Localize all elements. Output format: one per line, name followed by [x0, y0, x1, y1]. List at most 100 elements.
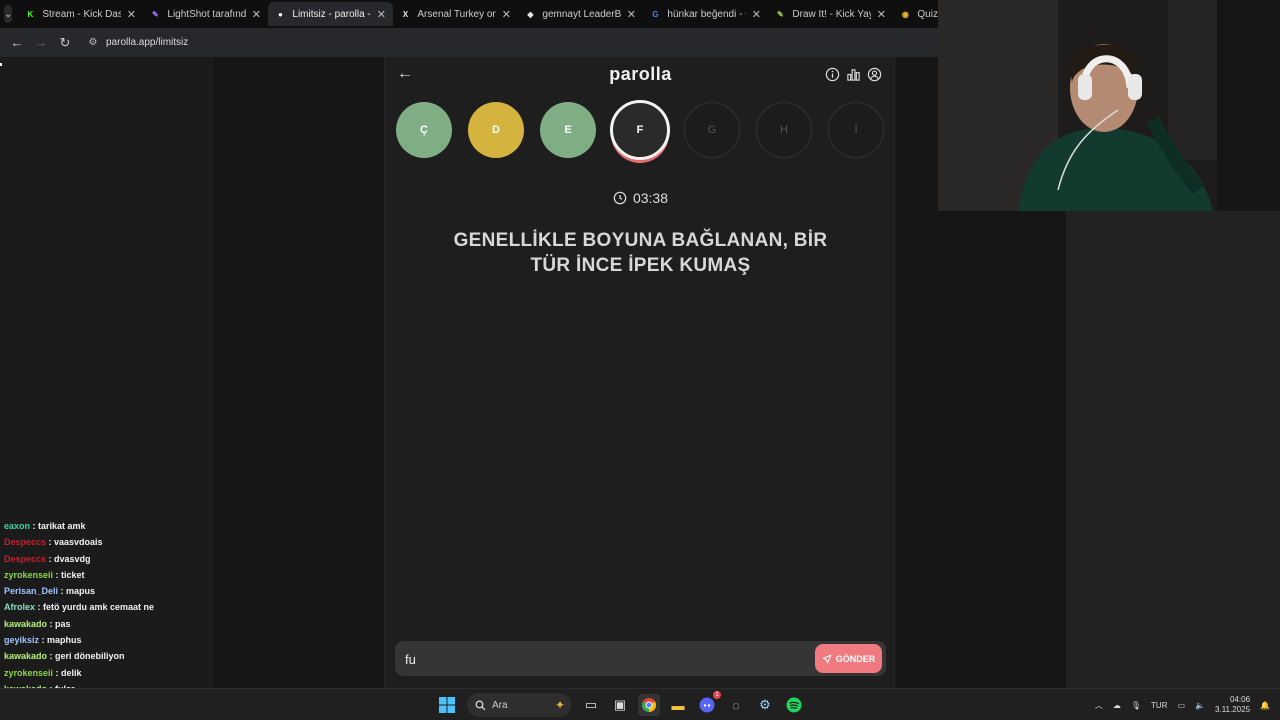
reload-icon[interactable]: ↻	[54, 32, 76, 54]
url-field[interactable]: ⚙ parolla.app/limitsiz	[86, 36, 189, 50]
letter-circle-pending: G	[684, 102, 740, 158]
chat-username[interactable]: Afrolex	[4, 602, 35, 612]
tab-favicon-icon: ✎	[777, 9, 784, 19]
volume-icon[interactable]: 🔈	[1195, 701, 1205, 710]
app-logo: parolla	[609, 64, 672, 84]
store-icon[interactable]: ▣	[609, 694, 631, 716]
chat-text: maphus	[47, 635, 82, 646]
cursor-mark	[0, 63, 2, 66]
tab-favicon-icon: X	[402, 9, 409, 19]
chat-text: mapus	[66, 586, 96, 597]
discord-icon[interactable]: 1	[696, 691, 721, 716]
tab-close-icon[interactable]: ✕	[875, 8, 887, 21]
site-settings-icon[interactable]: ⚙	[86, 36, 100, 50]
cloud-icon[interactable]: ☁	[1113, 701, 1121, 710]
answer-input[interactable]	[405, 649, 785, 669]
discord-badge: 1	[713, 691, 721, 699]
answer-bar: GÖNDER	[395, 641, 886, 676]
chat-username[interactable]: kawakado	[4, 619, 47, 629]
webcam-image	[938, 0, 1217, 211]
chat-text: ticket	[61, 569, 85, 580]
app-icon[interactable]: ◌	[725, 694, 747, 716]
browser-tab[interactable]: ✎ LightShot tarafından✕	[143, 2, 268, 26]
spotify-icon[interactable]	[783, 694, 805, 716]
chat-message: kawakado : pas	[4, 618, 71, 629]
chat-username[interactable]: zyrokenseii	[4, 668, 53, 678]
chat-text: pas	[55, 618, 71, 629]
tab-close-icon[interactable]: ✕	[750, 8, 762, 21]
browser-tab[interactable]: ✎ Draw It! - Kick Yayınla✕	[768, 2, 893, 26]
send-label: GÖNDER	[835, 653, 876, 664]
chat-username[interactable]: eaxon	[4, 521, 30, 531]
send-button[interactable]: GÖNDER	[815, 644, 882, 673]
chat-text: dvasvdg	[54, 553, 91, 564]
forward-arrow-icon[interactable]: →	[30, 32, 52, 54]
steam-icon[interactable]: ⚙	[754, 694, 776, 716]
stats-icon[interactable]	[846, 67, 861, 82]
app-header: ← parolla	[385, 57, 896, 93]
taskbar-search[interactable]: Ara ✦	[467, 693, 571, 717]
browser-tab[interactable]: K Stream - Kick Dashbo✕	[18, 2, 143, 26]
chat-message: eaxon : tarikat amk	[4, 521, 86, 531]
chat-username[interactable]: Despeccs	[4, 537, 46, 547]
profile-icon[interactable]	[867, 67, 882, 82]
file-explorer-icon[interactable]: ▬	[667, 694, 689, 716]
chat-username[interactable]: zyrokenseii	[4, 570, 53, 580]
tab-favicon-icon: ◉	[901, 9, 909, 19]
clock[interactable]: 04:06 3.11.2025	[1215, 695, 1250, 715]
webcam-feed	[938, 0, 1217, 211]
tab-search-menu-icon[interactable]: ⌄	[4, 5, 13, 23]
address-bar: ← → ↻ ⚙ parolla.app/limitsiz	[0, 28, 938, 57]
tab-title: gemnayt LeaderBoar	[542, 8, 622, 20]
microphone-icon[interactable]: 🎙	[1131, 701, 1141, 710]
back-arrow-icon[interactable]: ←	[6, 32, 28, 54]
chat-username[interactable]: geyiksiz	[4, 635, 39, 645]
tab-favicon-icon: ◆	[527, 9, 534, 19]
url-text: parolla.app/limitsiz	[106, 37, 189, 48]
letter-circle-pending: H	[756, 102, 812, 158]
tab-close-icon[interactable]: ✕	[500, 8, 512, 21]
tab-close-icon[interactable]: ✕	[125, 8, 137, 21]
chat-text: fetö yurdu amk cemaat ne	[43, 602, 155, 613]
chat-message: Afrolex : fetö yurdu amk cemaat ne	[4, 602, 155, 613]
browser-tab[interactable]: ● Limitsiz - parolla - Ke ✕	[268, 2, 394, 26]
tab-close-icon[interactable]: ✕	[375, 8, 387, 21]
tab-title: LightShot tarafından	[167, 8, 247, 20]
network-icon[interactable]: ▭	[1178, 701, 1186, 710]
chat-message: Despeccs : dvasvdg	[4, 553, 91, 564]
chat-username[interactable]: Perisan_Deli	[4, 586, 58, 596]
letter-circle-yellow: D	[468, 102, 524, 158]
timer: 03:38	[385, 190, 896, 206]
clock-icon	[613, 191, 627, 205]
browser-tab[interactable]: ◆ gemnayt LeaderBoar✕	[518, 2, 643, 26]
task-view-icon[interactable]: ▭	[580, 694, 602, 716]
tab-close-icon[interactable]: ✕	[250, 8, 262, 21]
send-icon	[822, 654, 831, 663]
letter-circle-green: Ç	[396, 102, 452, 158]
letter-circle-current: F	[610, 100, 670, 160]
tab-close-icon[interactable]: ✕	[625, 8, 637, 21]
tab-favicon-icon: K	[27, 9, 34, 19]
tab-title: hünkar beğendi - Go	[667, 8, 746, 20]
language-indicator[interactable]: TUR	[1151, 701, 1167, 710]
chat-message: Despeccs : vaasvdoais	[4, 537, 103, 548]
clock-time: 04:06	[1230, 695, 1251, 704]
chat-message: zyrokenseii : delik	[4, 667, 82, 678]
search-label: Ara	[492, 699, 508, 711]
chat-username[interactable]: kawakado	[4, 651, 47, 661]
info-icon[interactable]	[825, 67, 840, 82]
browser-tab[interactable]: X Arsenal Turkey on X:✕	[393, 2, 518, 26]
chat-username[interactable]: Despeccs	[4, 554, 46, 564]
chrome-icon[interactable]	[638, 694, 660, 716]
browser-tab[interactable]: Ghünkar beğendi - Go ✕	[643, 2, 768, 26]
letter-progress: ÇDEFGHİ	[396, 100, 884, 160]
search-icon	[475, 700, 486, 710]
letter-circle-green: E	[540, 102, 596, 158]
tab-title: Draw It! - Kick Yayınla	[792, 8, 872, 20]
tab-favicon-icon: ●	[277, 9, 283, 19]
chevron-up-icon[interactable]: ︿	[1095, 700, 1103, 711]
windows-start-icon[interactable]	[436, 694, 458, 716]
timer-value: 03:38	[632, 190, 669, 206]
chat-text: tarikat amk	[38, 521, 86, 531]
notification-bell-icon[interactable]: 🔔	[1260, 701, 1270, 710]
